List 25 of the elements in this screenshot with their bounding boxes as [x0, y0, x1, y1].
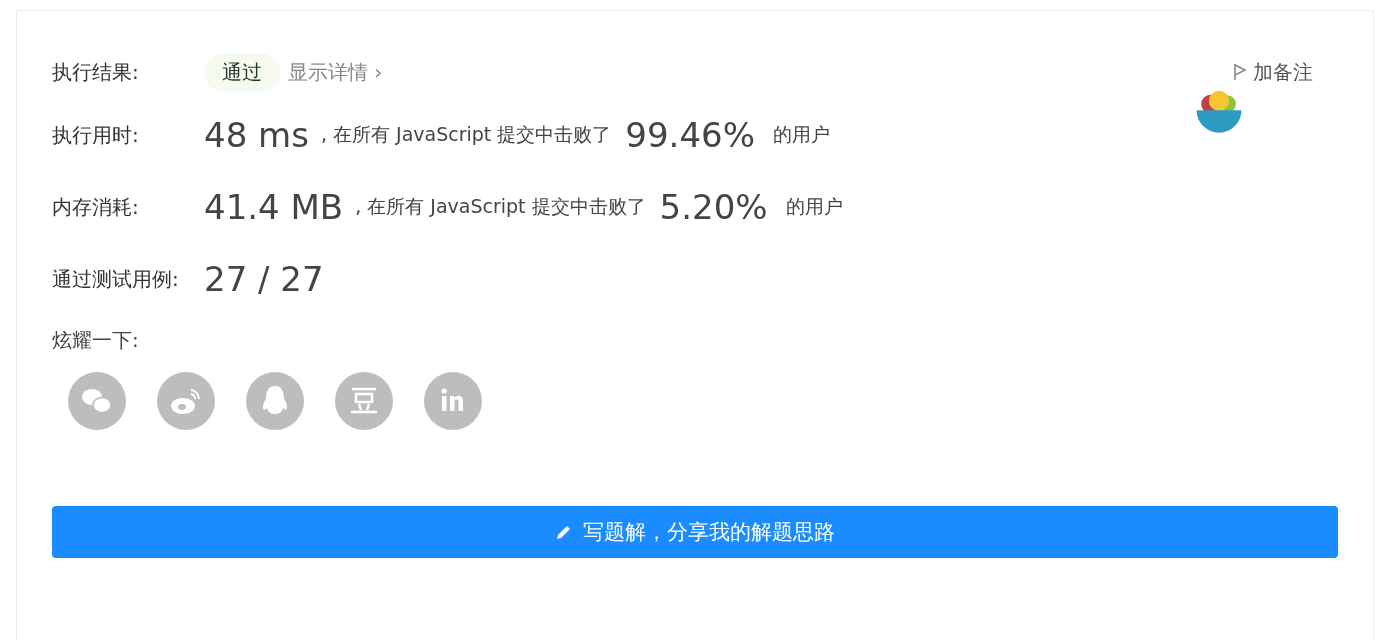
percentile-value: 99.46%: [625, 115, 755, 155]
details-link[interactable]: 显示详情 ›: [288, 58, 383, 86]
penguin-share-icon[interactable]: [246, 372, 304, 430]
stat-label: 执行用时:: [52, 121, 140, 149]
testcase-label: 通过测试用例:: [52, 265, 180, 293]
wechat-share-icon[interactable]: [68, 372, 126, 430]
result-label: 执行结果:: [52, 58, 140, 86]
linkedin-share-icon[interactable]: [424, 372, 482, 430]
write-solution-button[interactable]: 写题解，分享我的解题思路: [52, 506, 1338, 558]
stat-description: , 在所有 JavaScript 提交中击败了: [355, 194, 646, 219]
flag-icon: [1233, 63, 1247, 81]
weibo-share-icon[interactable]: [157, 372, 215, 430]
share-label: 炫耀一下:: [52, 327, 140, 354]
douban-share-icon[interactable]: [335, 372, 393, 430]
stat-value: 41.4 MB: [204, 187, 344, 227]
stat-label: 内存消耗:: [52, 193, 140, 221]
stat-value: 48 ms: [204, 115, 309, 155]
testcase-count: 27 / 27: [204, 259, 324, 299]
stat-description: , 在所有 JavaScript 提交中击败了: [320, 122, 612, 147]
status-badge: 通过: [204, 52, 280, 92]
percentile-value: 5.20%: [659, 187, 768, 227]
stat-suffix: 的用户: [772, 122, 830, 147]
stat-suffix: 的用户: [785, 194, 843, 219]
add-note-button[interactable]: 加备注: [1233, 58, 1313, 86]
pencil-icon: [555, 523, 573, 541]
